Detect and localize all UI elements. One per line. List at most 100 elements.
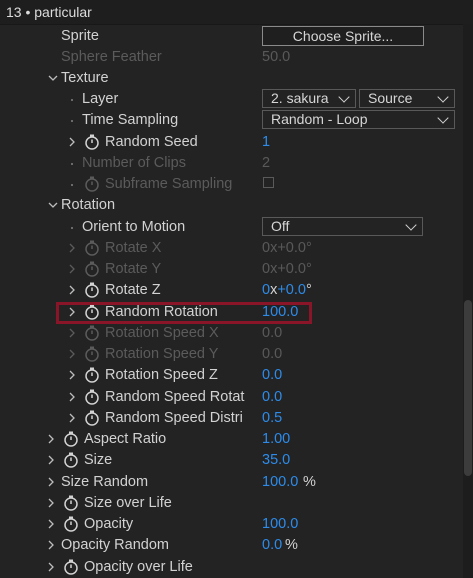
rotate-x-value[interactable]: 0x+0.0° <box>262 240 312 256</box>
aspect-ratio-value[interactable]: 1.00 <box>262 431 290 447</box>
orient-to-motion-dropdown[interactable]: Off <box>262 217 423 236</box>
time-sampling-label: Time Sampling <box>82 112 179 128</box>
random-seed-value[interactable]: 1 <box>262 134 270 150</box>
chevron-down-icon <box>437 112 449 124</box>
chevron-down-icon[interactable] <box>48 195 58 215</box>
rotation-speed-y-value[interactable]: 0.0 <box>262 346 282 362</box>
effect-controls-list: Sprite Choose Sprite... Sphere Feather 5… <box>0 25 460 578</box>
size-over-life-label: Size over Life <box>84 495 172 511</box>
chevron-right-icon[interactable] <box>67 365 77 385</box>
size-random-row: Size Random 100.0 % <box>0 472 460 493</box>
chevron-right-icon[interactable] <box>46 450 56 470</box>
size-over-life-row: Size over Life <box>0 493 460 514</box>
random-rotation-row: Random Rotation 100.0 <box>0 302 460 323</box>
stopwatch-icon[interactable] <box>84 134 100 150</box>
random-speed-distrib-row: Random Speed Distri 0.5 <box>0 408 460 429</box>
chevron-right-icon[interactable] <box>67 323 77 343</box>
random-rotation-value[interactable]: 100.0 <box>262 304 298 320</box>
opacity-random-value[interactable]: 0.0 <box>262 537 282 553</box>
orient-to-motion-value: Off <box>271 218 290 234</box>
time-sampling-row: Time Sampling Random - Loop <box>0 110 460 131</box>
number-of-clips-row: Number of Clips 2 <box>0 153 460 174</box>
stopwatch-icon[interactable] <box>84 367 100 383</box>
chevron-right-icon[interactable] <box>46 514 56 534</box>
aspect-ratio-row: Aspect Ratio 1.00 <box>0 429 460 450</box>
size-random-value[interactable]: 100.0 <box>262 474 298 490</box>
random-speed-rotate-value[interactable]: 0.0 <box>262 389 282 405</box>
tree-dot-icon <box>71 184 73 186</box>
subframe-sampling-label: Subframe Sampling <box>105 176 233 192</box>
chevron-right-icon[interactable] <box>67 280 77 300</box>
chevron-right-icon[interactable] <box>67 387 77 407</box>
opacity-value[interactable]: 100.0 <box>262 516 298 532</box>
chevron-down-icon[interactable] <box>48 68 58 88</box>
rotate-z-degree-symbol: ° <box>305 282 312 298</box>
chevron-right-icon[interactable] <box>46 493 56 513</box>
sprite-row: Sprite Choose Sprite... <box>0 26 460 47</box>
stopwatch-icon[interactable] <box>63 452 79 468</box>
stopwatch-icon[interactable] <box>84 410 100 426</box>
random-speed-distrib-value[interactable]: 0.5 <box>262 410 282 426</box>
rotate-z-degrees[interactable]: +0.0 <box>277 282 306 298</box>
sphere-feather-value[interactable]: 50.0 <box>262 49 290 65</box>
tree-dot-icon <box>71 120 73 122</box>
rotate-z-revolutions[interactable]: 0 <box>262 282 270 298</box>
rotate-y-label: Rotate Y <box>105 261 162 277</box>
stopwatch-icon[interactable] <box>84 389 100 405</box>
choose-sprite-button[interactable]: Choose Sprite... <box>262 26 424 46</box>
chevron-right-icon[interactable] <box>67 302 77 322</box>
aspect-ratio-label: Aspect Ratio <box>84 431 167 447</box>
rotate-z-row: Rotate Z 0x+0.0° <box>0 280 460 301</box>
chevron-down-icon <box>338 91 350 103</box>
rotate-z-value[interactable]: 0x+0.0° <box>262 282 312 298</box>
stopwatch-icon[interactable] <box>84 282 100 298</box>
chevron-right-icon[interactable] <box>67 408 77 428</box>
size-random-unit: % <box>303 474 316 490</box>
rotate-z-label: Rotate Z <box>105 282 161 298</box>
rotation-speed-y-label: Rotation Speed Y <box>105 346 219 362</box>
subframe-sampling-checkbox[interactable] <box>263 177 274 188</box>
rotation-group[interactable]: Rotation <box>0 195 460 216</box>
random-rotation-label: Random Rotation <box>105 304 218 320</box>
time-sampling-dropdown[interactable]: Random - Loop <box>262 110 455 129</box>
texture-group[interactable]: Texture <box>0 68 460 89</box>
rotation-label: Rotation <box>61 197 116 213</box>
layer-label: Layer <box>82 91 119 107</box>
tree-dot-icon <box>71 163 73 165</box>
chevron-right-icon[interactable] <box>46 535 56 555</box>
random-seed-row: Random Seed 1 <box>0 132 460 153</box>
random-speed-distrib-label: Random Speed Distri <box>105 410 243 426</box>
chevron-right-icon[interactable] <box>46 429 56 449</box>
layer-source-dropdown[interactable]: Source <box>359 89 455 108</box>
sphere-feather-row: Sphere Feather 50.0 <box>0 47 460 68</box>
rotation-speed-x-value[interactable]: 0.0 <box>262 325 282 341</box>
vertical-scrollbar[interactable] <box>463 24 473 578</box>
chevron-right-icon[interactable] <box>67 259 77 279</box>
texture-label: Texture <box>61 70 109 86</box>
scrollbar-thumb[interactable] <box>464 300 472 476</box>
stopwatch-icon[interactable] <box>63 495 79 511</box>
stopwatch-icon[interactable] <box>63 559 79 575</box>
layer-dropdown[interactable]: 2. sakura <box>262 89 356 108</box>
stopwatch-icon[interactable] <box>84 304 100 320</box>
stopwatch-icon <box>84 325 100 341</box>
rotation-speed-z-label: Rotation Speed Z <box>105 367 218 383</box>
panel-header: 13 • particular <box>0 0 473 25</box>
chevron-down-icon <box>405 219 417 231</box>
chevron-right-icon[interactable] <box>67 132 77 152</box>
rotate-y-value[interactable]: 0x+0.0° <box>262 261 312 277</box>
chevron-right-icon[interactable] <box>67 344 77 364</box>
chevron-right-icon[interactable] <box>46 557 56 577</box>
number-of-clips-value[interactable]: 2 <box>262 155 270 171</box>
stopwatch-icon <box>84 346 100 362</box>
size-row: Size 35.0 <box>0 450 460 471</box>
size-value[interactable]: 35.0 <box>262 452 290 468</box>
chevron-right-icon[interactable] <box>46 472 56 492</box>
opacity-random-label: Opacity Random <box>61 537 169 553</box>
tree-dot-icon <box>71 99 73 101</box>
stopwatch-icon[interactable] <box>63 516 79 532</box>
rotation-speed-z-value[interactable]: 0.0 <box>262 367 282 383</box>
layer-dropdown-value: 2. sakura <box>271 90 329 106</box>
stopwatch-icon[interactable] <box>63 431 79 447</box>
chevron-right-icon[interactable] <box>67 238 77 258</box>
